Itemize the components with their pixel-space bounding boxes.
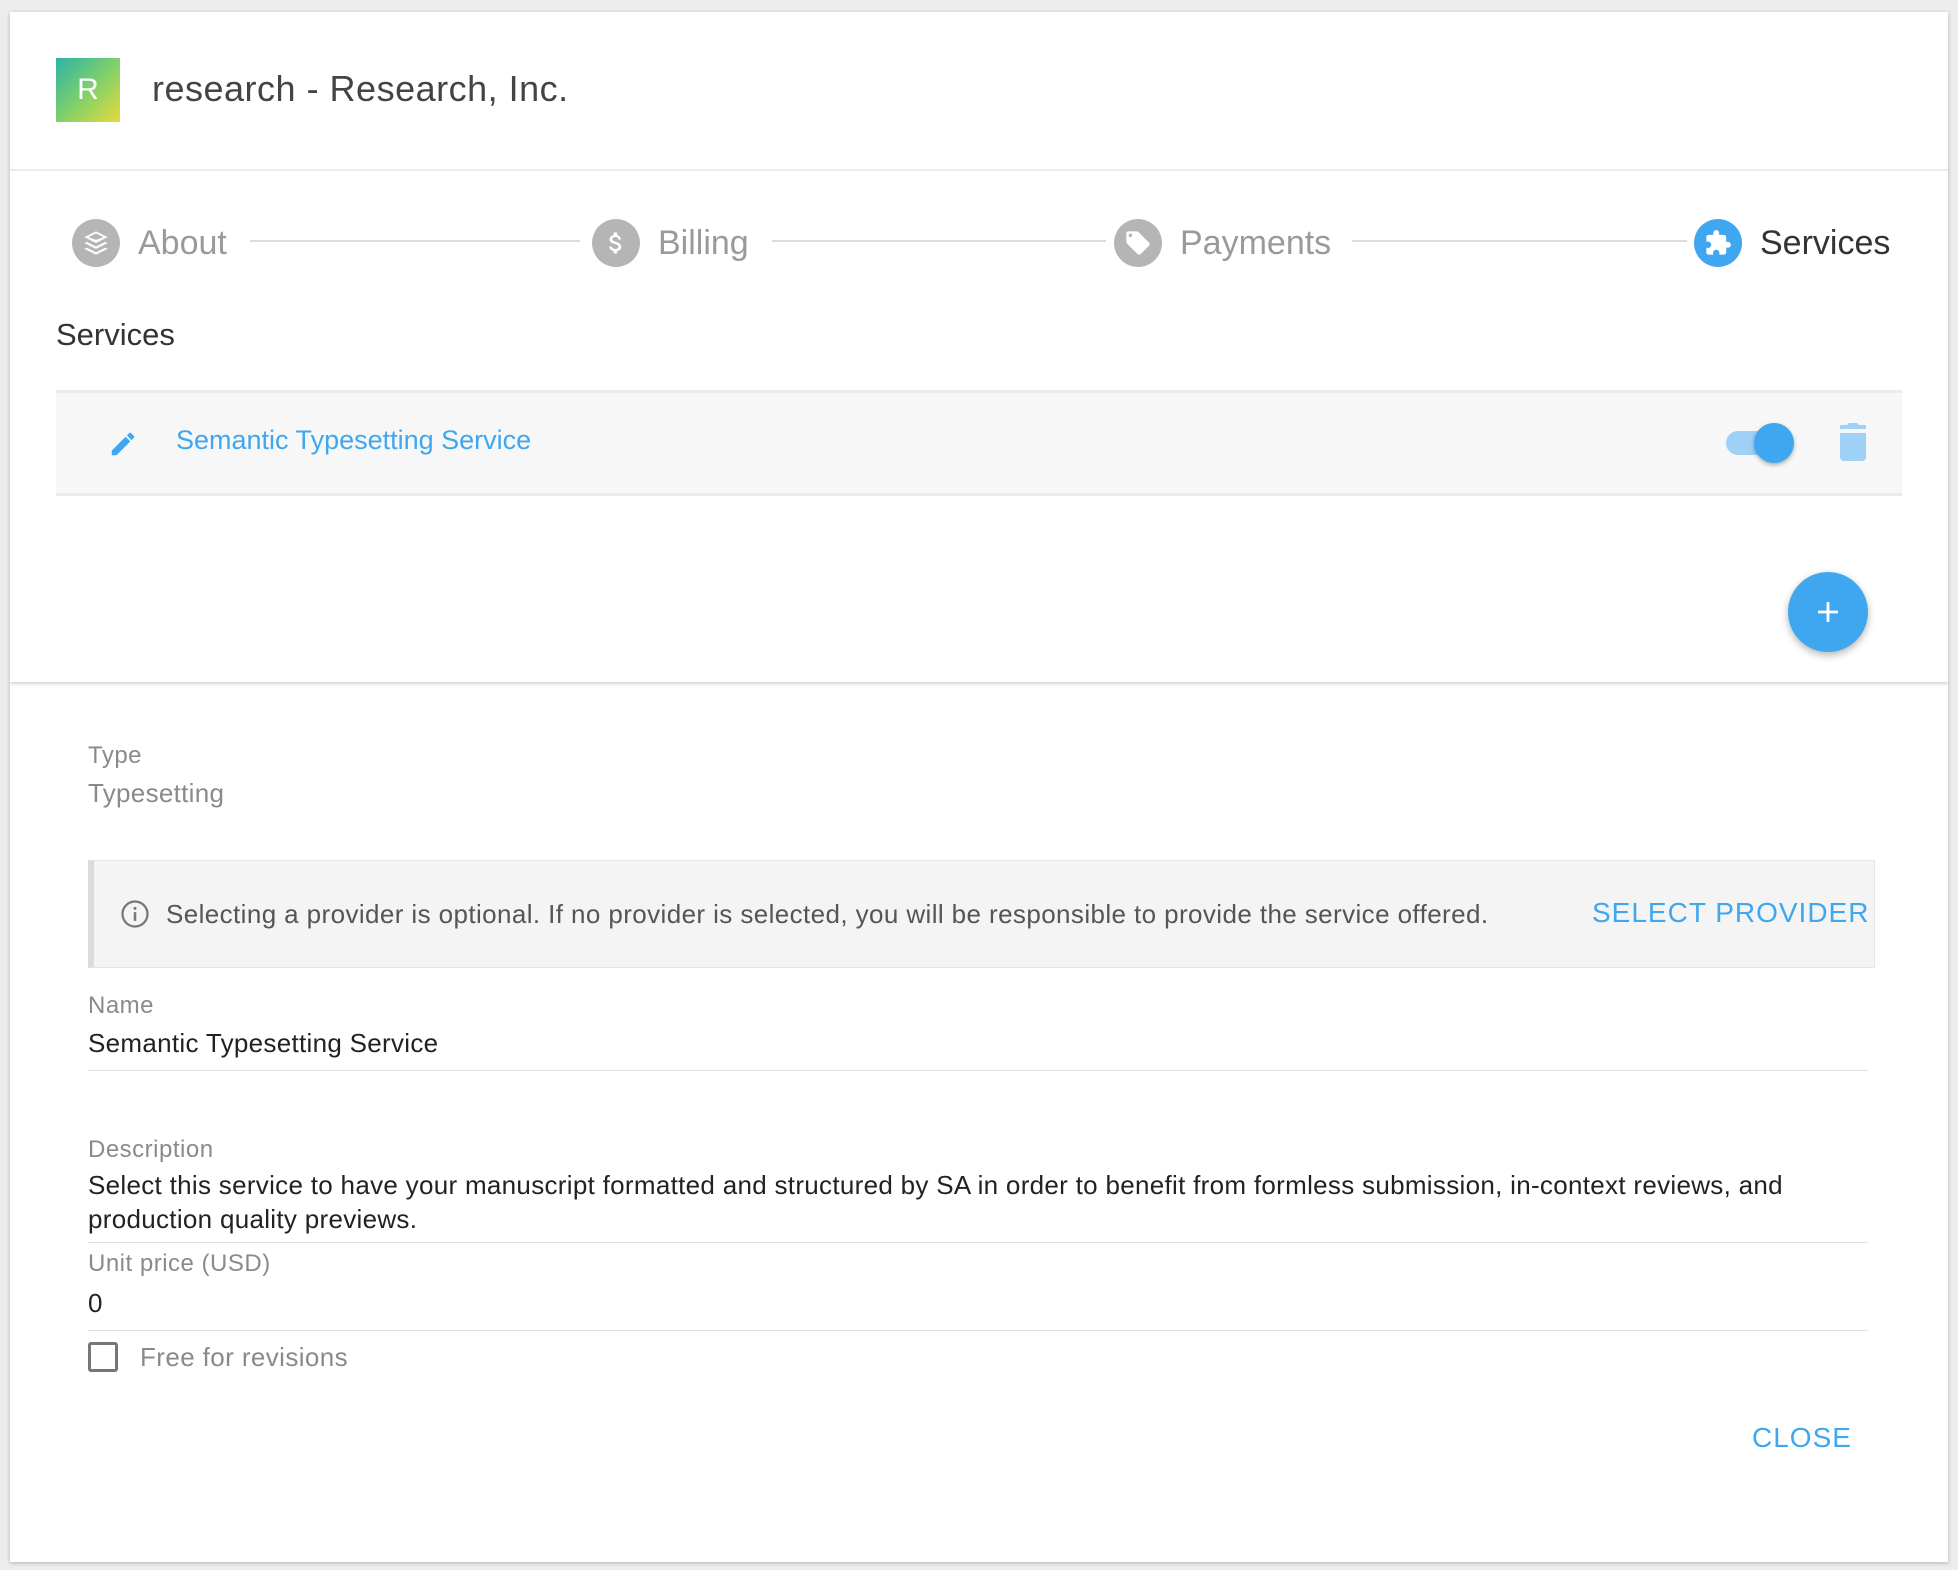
- provider-info-text: Selecting a provider is optional. If no …: [166, 899, 1489, 929]
- unit-price-field[interactable]: 0: [88, 1288, 103, 1319]
- service-name-link[interactable]: Semantic Typesetting Service: [176, 425, 531, 456]
- section-title: Services: [56, 317, 175, 352]
- price-tag-icon: [1114, 219, 1162, 267]
- free-for-revisions-label: Free for revisions: [140, 1342, 349, 1372]
- dollar-icon: [592, 219, 640, 267]
- step-label: Services: [1760, 223, 1891, 262]
- organization-title: research - Research, Inc.: [152, 68, 569, 109]
- name-field[interactable]: Semantic Typesetting Service: [88, 1028, 438, 1059]
- name-field-underline: [88, 1070, 1868, 1071]
- logo-letter: R: [77, 73, 99, 106]
- step-label: About: [138, 223, 227, 262]
- add-service-button[interactable]: [1788, 572, 1868, 652]
- service-enabled-toggle[interactable]: [1726, 423, 1796, 463]
- description-field-underline: [88, 1242, 1868, 1243]
- type-value: Typesetting: [88, 778, 225, 808]
- unit-price-label: Unit price (USD): [88, 1250, 271, 1277]
- header: R research - Research, Inc.: [10, 12, 1948, 171]
- step-billing[interactable]: Billing: [592, 217, 749, 269]
- pencil-icon[interactable]: [108, 429, 138, 459]
- layers-icon: [72, 219, 120, 267]
- step-label: Payments: [1180, 223, 1332, 262]
- organization-card: R research - Research, Inc. About Billin…: [10, 12, 1948, 682]
- provider-info-box: Selecting a provider is optional. If no …: [88, 860, 1875, 968]
- free-for-revisions-checkbox[interactable]: [88, 1342, 118, 1372]
- puzzle-icon: [1694, 219, 1742, 267]
- list-item[interactable]: Semantic Typesetting Service: [56, 390, 1902, 496]
- organization-logo: R: [56, 58, 120, 122]
- stepper: About Billing Payments Services: [10, 217, 1948, 277]
- select-provider-button[interactable]: SELECT PROVIDER: [1592, 897, 1869, 929]
- trash-icon[interactable]: [1838, 423, 1868, 461]
- close-button[interactable]: CLOSE: [1752, 1422, 1852, 1454]
- step-services[interactable]: Services: [1694, 217, 1890, 269]
- step-label: Billing: [658, 223, 749, 262]
- description-field[interactable]: Select this service to have your manuscr…: [88, 1168, 1878, 1236]
- step-about[interactable]: About: [72, 217, 227, 269]
- service-detail-panel: Type Typesetting Selecting a provider is…: [10, 682, 1948, 1562]
- type-label: Type: [88, 742, 143, 769]
- unit-price-field-underline: [88, 1330, 1868, 1331]
- description-label: Description: [88, 1136, 214, 1163]
- plus-icon: [1818, 602, 1838, 622]
- info-icon: [120, 899, 150, 929]
- name-label: Name: [88, 992, 155, 1019]
- step-payments[interactable]: Payments: [1114, 217, 1331, 269]
- toggle-thumb: [1754, 423, 1794, 463]
